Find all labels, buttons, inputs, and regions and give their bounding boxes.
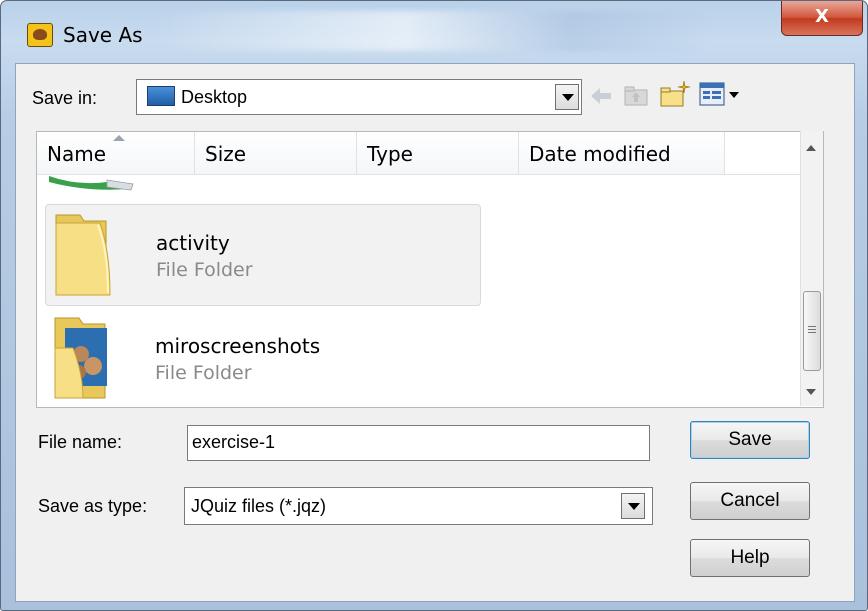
column-header-row: Name Size Type Date modified [37,132,823,175]
item-name: activity [156,231,230,255]
scroll-up-icon[interactable] [806,145,816,151]
save-in-combo[interactable]: Desktop [136,79,582,115]
save-as-type-label: Save as type: [38,496,148,516]
item-name: miroscreenshots [155,334,321,358]
folder-icon [55,214,111,296]
app-icon [27,23,53,47]
column-header-type[interactable]: Type [357,132,519,174]
title-bar-glow [151,11,711,51]
up-folder-icon[interactable] [622,82,650,108]
file-name-input[interactable]: exercise-1 [187,425,650,461]
save-as-type-dropdown-button[interactable] [621,493,645,519]
dialog-body: Save in: Desktop Name Size Type Date mod… [15,63,855,602]
view-menu-icon[interactable] [698,80,742,108]
back-arrow-icon[interactable] [588,84,614,108]
save-as-type-combo[interactable]: JQuiz files (*.jqz) [184,487,653,525]
desktop-icon [147,86,175,106]
partial-item-icon [49,176,134,191]
save-in-label: Save in: [32,88,98,108]
sort-ascending-icon [113,135,125,141]
title-bar[interactable]: Save As X [1,1,867,63]
grip-line [808,329,816,330]
vertical-scrollbar[interactable] [800,131,823,406]
close-button[interactable]: X [781,1,863,36]
file-list[interactable]: Name Size Type Date modified activity Fi… [36,131,824,408]
help-button[interactable]: Help [690,539,810,577]
column-header-size[interactable]: Size [195,132,357,174]
new-folder-icon[interactable] [658,78,692,110]
item-type: File Folder [155,362,252,384]
grip-line [808,326,816,327]
save-as-dialog: Save As X Save in: Desktop Name Size Typ… [0,0,868,611]
list-item[interactable]: activity File Folder [45,204,481,306]
scroll-down-icon[interactable] [806,389,816,395]
scroll-thumb[interactable] [803,291,821,371]
grip-line [808,332,816,333]
item-type: File Folder [156,259,253,281]
save-as-type-value: JQuiz files (*.jqz) [191,496,327,516]
file-name-label: File name: [38,432,123,452]
column-header-date-modified[interactable]: Date modified [519,132,725,174]
list-item[interactable]: miroscreenshots File Folder [45,308,479,407]
folder-with-preview-icon [54,317,107,399]
save-button[interactable]: Save [690,421,810,459]
save-in-dropdown-button[interactable] [555,84,579,110]
cancel-button[interactable]: Cancel [690,482,810,520]
save-in-value: Desktop [181,87,248,107]
window-title: Save As [63,23,143,47]
